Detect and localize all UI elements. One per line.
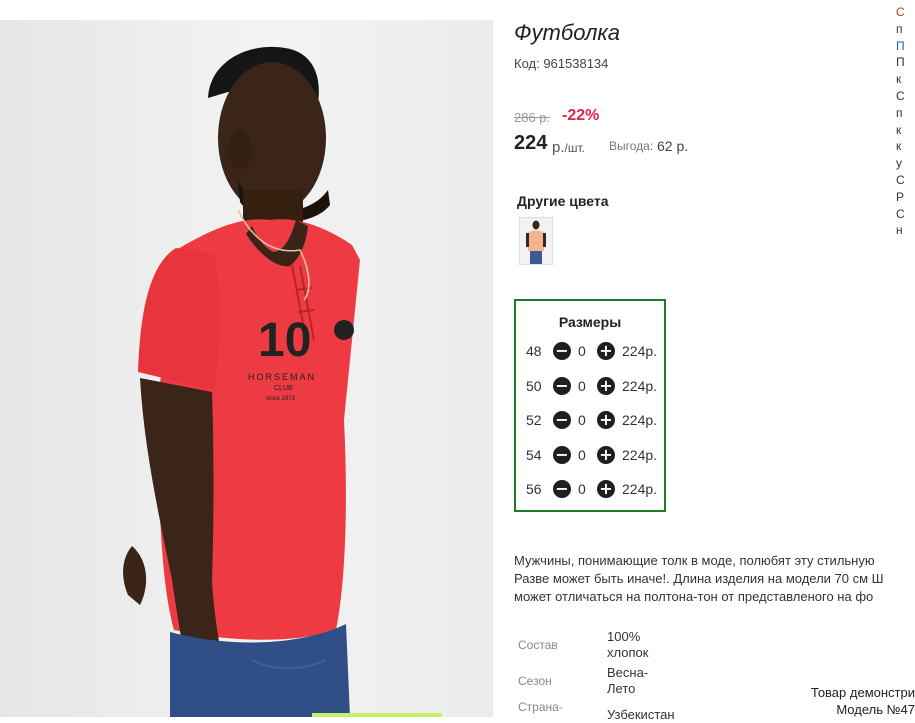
description-line: может отличаться на полтона-тон от предс…	[514, 589, 874, 604]
svg-text:HORSEMAN: HORSEMAN	[248, 372, 316, 382]
quantity-value: 0	[578, 481, 586, 497]
side-column-line: к	[896, 139, 902, 154]
spec-country-value: Узбекистан	[607, 707, 675, 722]
spec-season-line: Лето	[607, 681, 636, 696]
other-colors-title: Другие цвета	[517, 193, 609, 209]
side-column-line: у	[896, 156, 902, 171]
side-column-line: С	[896, 172, 905, 187]
plus-icon: +	[599, 376, 613, 395]
price-unit: р./шт.	[552, 139, 585, 156]
minus-icon: −	[555, 376, 569, 395]
size-row-50: 50 − 0 + 224р.	[516, 376, 664, 396]
minus-icon: −	[555, 479, 569, 498]
increase-quantity-button[interactable]: +	[597, 342, 615, 360]
model-photo-illustration: 10 HORSEMAN CLUB since 1973	[123, 46, 360, 717]
spec-season-label: Сезон	[518, 674, 552, 688]
plus-icon: +	[599, 410, 613, 429]
discount-badge: -22%	[562, 107, 600, 124]
svg-text:10: 10	[258, 314, 311, 367]
decrease-quantity-button[interactable]: −	[553, 342, 571, 360]
size-row-52: 52 − 0 + 224р.	[516, 410, 664, 430]
side-column-line: С	[896, 88, 905, 103]
svg-text:CLUB: CLUB	[274, 385, 293, 392]
current-price: 224	[514, 132, 548, 154]
increase-quantity-button[interactable]: +	[597, 480, 615, 498]
size-label: 48	[526, 343, 542, 359]
price-currency: р.	[552, 139, 565, 156]
increase-quantity-button[interactable]: +	[597, 411, 615, 429]
model-notice: Товар демонстри Модель №47	[811, 684, 915, 718]
side-column-line: п	[896, 105, 903, 120]
spec-composition-line: хлопок	[607, 645, 649, 660]
spec-season-value: Весна- Лето	[607, 665, 648, 697]
size-label: 56	[526, 481, 542, 497]
plus-icon: +	[599, 479, 613, 498]
size-label: 52	[526, 412, 542, 428]
decrease-quantity-button[interactable]: −	[553, 446, 571, 464]
benefit-label: Выгода:	[609, 139, 654, 153]
swatch-model-illustration	[520, 218, 552, 264]
side-column-line: С	[896, 5, 905, 19]
increase-quantity-button[interactable]: +	[597, 377, 615, 395]
side-column-line: н	[896, 223, 903, 238]
quantity-value: 0	[578, 447, 586, 463]
sizes-title: Размеры	[558, 314, 622, 330]
spec-country-label: Страна-	[518, 700, 563, 714]
notice-line: Модель №47	[836, 702, 915, 717]
minus-icon: −	[555, 410, 569, 429]
size-price: 224р.	[622, 343, 658, 359]
size-price: 224р.	[622, 447, 658, 463]
description-line: Разве может быть иначе!. Длина изделия н…	[514, 571, 884, 586]
price-per-unit: /шт.	[564, 141, 585, 155]
old-price: 286 р.	[514, 110, 551, 125]
plus-icon: +	[599, 341, 613, 360]
spec-composition-line: 100%	[607, 629, 641, 644]
minus-icon: −	[555, 341, 569, 360]
quantity-value: 0	[578, 343, 586, 359]
size-row-56: 56 − 0 + 224р.	[516, 479, 664, 499]
side-column-line: к	[896, 72, 902, 87]
quantity-value: 0	[578, 378, 586, 394]
product-code: Код: 961538134	[514, 56, 609, 71]
side-column-line: П	[896, 55, 905, 70]
spec-season-line: Весна-	[607, 665, 649, 680]
quantity-value: 0	[578, 412, 586, 428]
side-column-line: С	[896, 206, 905, 221]
color-swatch-thumbnail[interactable]	[519, 217, 553, 265]
side-column-line: п	[896, 21, 903, 36]
decrease-quantity-button[interactable]: −	[553, 377, 571, 395]
decrease-quantity-button[interactable]: −	[553, 411, 571, 429]
size-label: 50	[526, 378, 542, 394]
sizes-selector: Размеры 48 − 0 + 224р. 50 − 0 + 224р. 52…	[514, 299, 666, 512]
side-column-line: П	[896, 38, 905, 53]
product-photo[interactable]: 10 HORSEMAN CLUB since 1973	[0, 20, 493, 717]
size-row-48: 48 − 0 + 224р.	[516, 341, 664, 361]
description-line: Мужчины, понимающие толк в моде, полюбят…	[514, 553, 875, 568]
size-price: 224р.	[622, 412, 658, 428]
plus-icon: +	[599, 445, 613, 464]
spec-composition-label: Состав	[518, 638, 558, 652]
size-price: 224р.	[622, 378, 658, 394]
side-column-line: к	[896, 122, 902, 137]
size-row-54: 54 − 0 + 224р.	[516, 445, 664, 465]
clipped-side-column: С п П П к С п к к у С Р С н	[896, 4, 915, 239]
decrease-quantity-button[interactable]: −	[553, 480, 571, 498]
side-column-line: Р	[896, 189, 905, 204]
add-to-cart-button-edge[interactable]	[312, 713, 442, 717]
product-info-panel: Футболка Код: 961538134 286 р. -22% 224 …	[514, 0, 915, 722]
spec-composition-value: 100% хлопок	[607, 629, 648, 661]
benefit-value: 62 р.	[657, 138, 689, 154]
notice-line: Товар демонстри	[810, 685, 915, 700]
product-description: Мужчины, понимающие толк в моде, полюбят…	[514, 552, 915, 606]
increase-quantity-button[interactable]: +	[597, 446, 615, 464]
svg-text:since 1973: since 1973	[266, 396, 296, 402]
product-title: Футболка	[514, 20, 620, 45]
minus-icon: −	[555, 445, 569, 464]
size-price: 224р.	[622, 481, 658, 497]
size-label: 54	[526, 447, 542, 463]
